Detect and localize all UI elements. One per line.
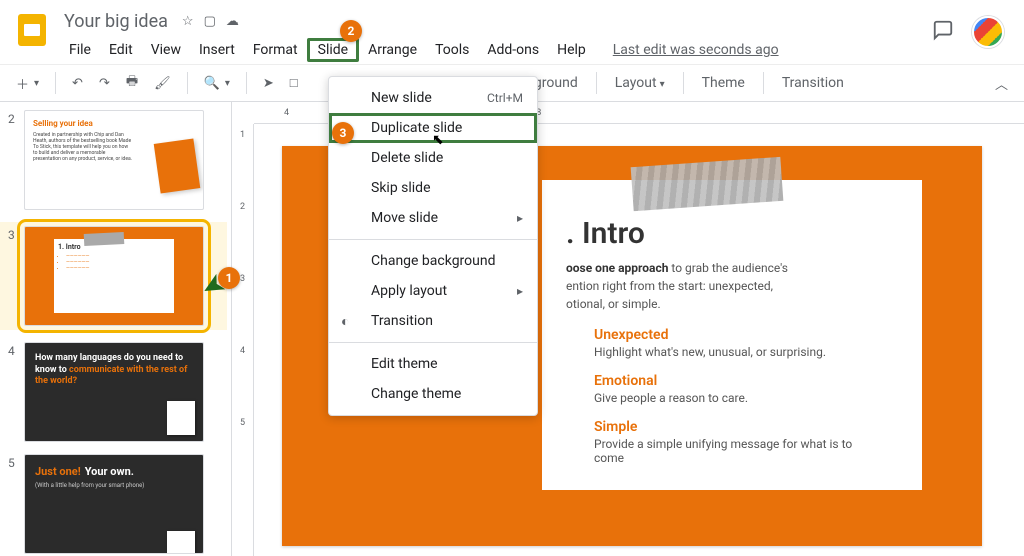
approach-title: Unexpected	[594, 327, 898, 343]
annotation-badge-2: 2	[340, 20, 362, 42]
menu-move-slide[interactable]: Move slide▸	[329, 203, 537, 233]
layout-button[interactable]: Layout▾	[607, 71, 673, 95]
textbox-tool[interactable]: □	[284, 71, 304, 95]
slide-thumbnail-5[interactable]: Just one!Your own. (With a little help f…	[24, 454, 204, 554]
menu-arrange[interactable]: Arrange	[359, 38, 426, 62]
comments-icon[interactable]	[932, 19, 954, 45]
menu-edit-theme[interactable]: Edit theme	[329, 349, 537, 379]
menu-transition[interactable]: ◐ Transition	[329, 306, 537, 336]
menu-apply-layout[interactable]: Apply layout▸	[329, 276, 537, 306]
last-edit-link[interactable]: Last edit was seconds ago	[613, 42, 779, 58]
paint-format-button[interactable]: 🖌	[148, 72, 177, 95]
redo-button[interactable]: ↷	[93, 72, 116, 95]
thumb-index: 3	[8, 226, 24, 326]
menu-change-theme[interactable]: Change theme	[329, 379, 537, 409]
menu-format[interactable]: Format	[244, 38, 307, 62]
thumb-index: 4	[8, 342, 24, 442]
account-avatar[interactable]	[972, 16, 1004, 48]
print-button[interactable]: 🖶	[120, 68, 144, 98]
undo-button[interactable]: ↶	[66, 72, 89, 95]
select-tool[interactable]: ➤	[257, 72, 280, 95]
cursor-icon: ⬉	[432, 132, 444, 148]
doc-title[interactable]: Your big idea	[60, 11, 172, 32]
menu-edit[interactable]: Edit	[100, 38, 142, 62]
theme-button[interactable]: Theme	[694, 71, 753, 95]
approach-title: Simple	[594, 419, 898, 435]
slide-menu-dropdown: New slide Ctrl+M Duplicate slide Delete …	[328, 76, 538, 416]
menu-change-background[interactable]: Change background	[329, 246, 537, 276]
slide-thumbnail-3[interactable]: 1. Intro ——————————————————	[24, 226, 204, 326]
slide-thumbnail-4[interactable]: How many languages do you need to know t…	[24, 342, 204, 442]
new-slide-button[interactable]: ＋▾	[10, 70, 45, 97]
menu-file[interactable]: File	[60, 38, 100, 62]
cloud-status-icon[interactable]: ☁	[226, 14, 239, 29]
annotation-badge-1: 1	[218, 267, 240, 289]
annotation-badge-3: 3	[332, 122, 354, 144]
menu-tools[interactable]: Tools	[426, 38, 478, 62]
approach-title: Emotional	[594, 373, 898, 389]
transition-icon: ◐	[341, 313, 349, 330]
thumb-index: 2	[8, 110, 24, 210]
thumb-index: 5	[8, 454, 24, 554]
slide-thumbnail-2[interactable]: Selling your idea Created in partnership…	[24, 110, 204, 210]
menu-help[interactable]: Help	[548, 38, 595, 62]
filmstrip: 2 Selling your idea Created in partnersh…	[0, 102, 232, 556]
menu-skip-slide[interactable]: Skip slide	[329, 173, 537, 203]
transition-button[interactable]: Transition	[774, 71, 852, 95]
slide-content-card: . Intro oose one approach to grab the au…	[542, 180, 922, 490]
vertical-ruler: 12345	[232, 124, 254, 556]
collapse-toolbar-icon[interactable]: ︿	[989, 70, 1014, 97]
slides-logo[interactable]	[12, 10, 52, 50]
tape-graphic	[631, 157, 784, 211]
approach-body: Give people a reason to care.	[594, 391, 854, 405]
menu-addons[interactable]: Add-ons	[478, 38, 548, 62]
star-icon[interactable]: ☆	[182, 14, 194, 29]
zoom-button[interactable]: 🔍▾	[198, 72, 236, 95]
approach-body: Highlight what's new, unusual, or surpri…	[594, 345, 854, 359]
menu-insert[interactable]: Insert	[190, 38, 244, 62]
move-icon[interactable]: ▢	[204, 14, 216, 29]
slide-title: . Intro	[566, 216, 898, 251]
menu-view[interactable]: View	[142, 38, 190, 62]
slide-subtitle: oose one approach to grab the audience's…	[566, 259, 898, 313]
approach-body: Provide a simple unifying message for wh…	[594, 437, 854, 465]
menu-new-slide[interactable]: New slide Ctrl+M	[329, 83, 537, 113]
shortcut-label: Ctrl+M	[487, 91, 523, 105]
menubar: File Edit View Insert Format Slide Arran…	[60, 36, 932, 64]
